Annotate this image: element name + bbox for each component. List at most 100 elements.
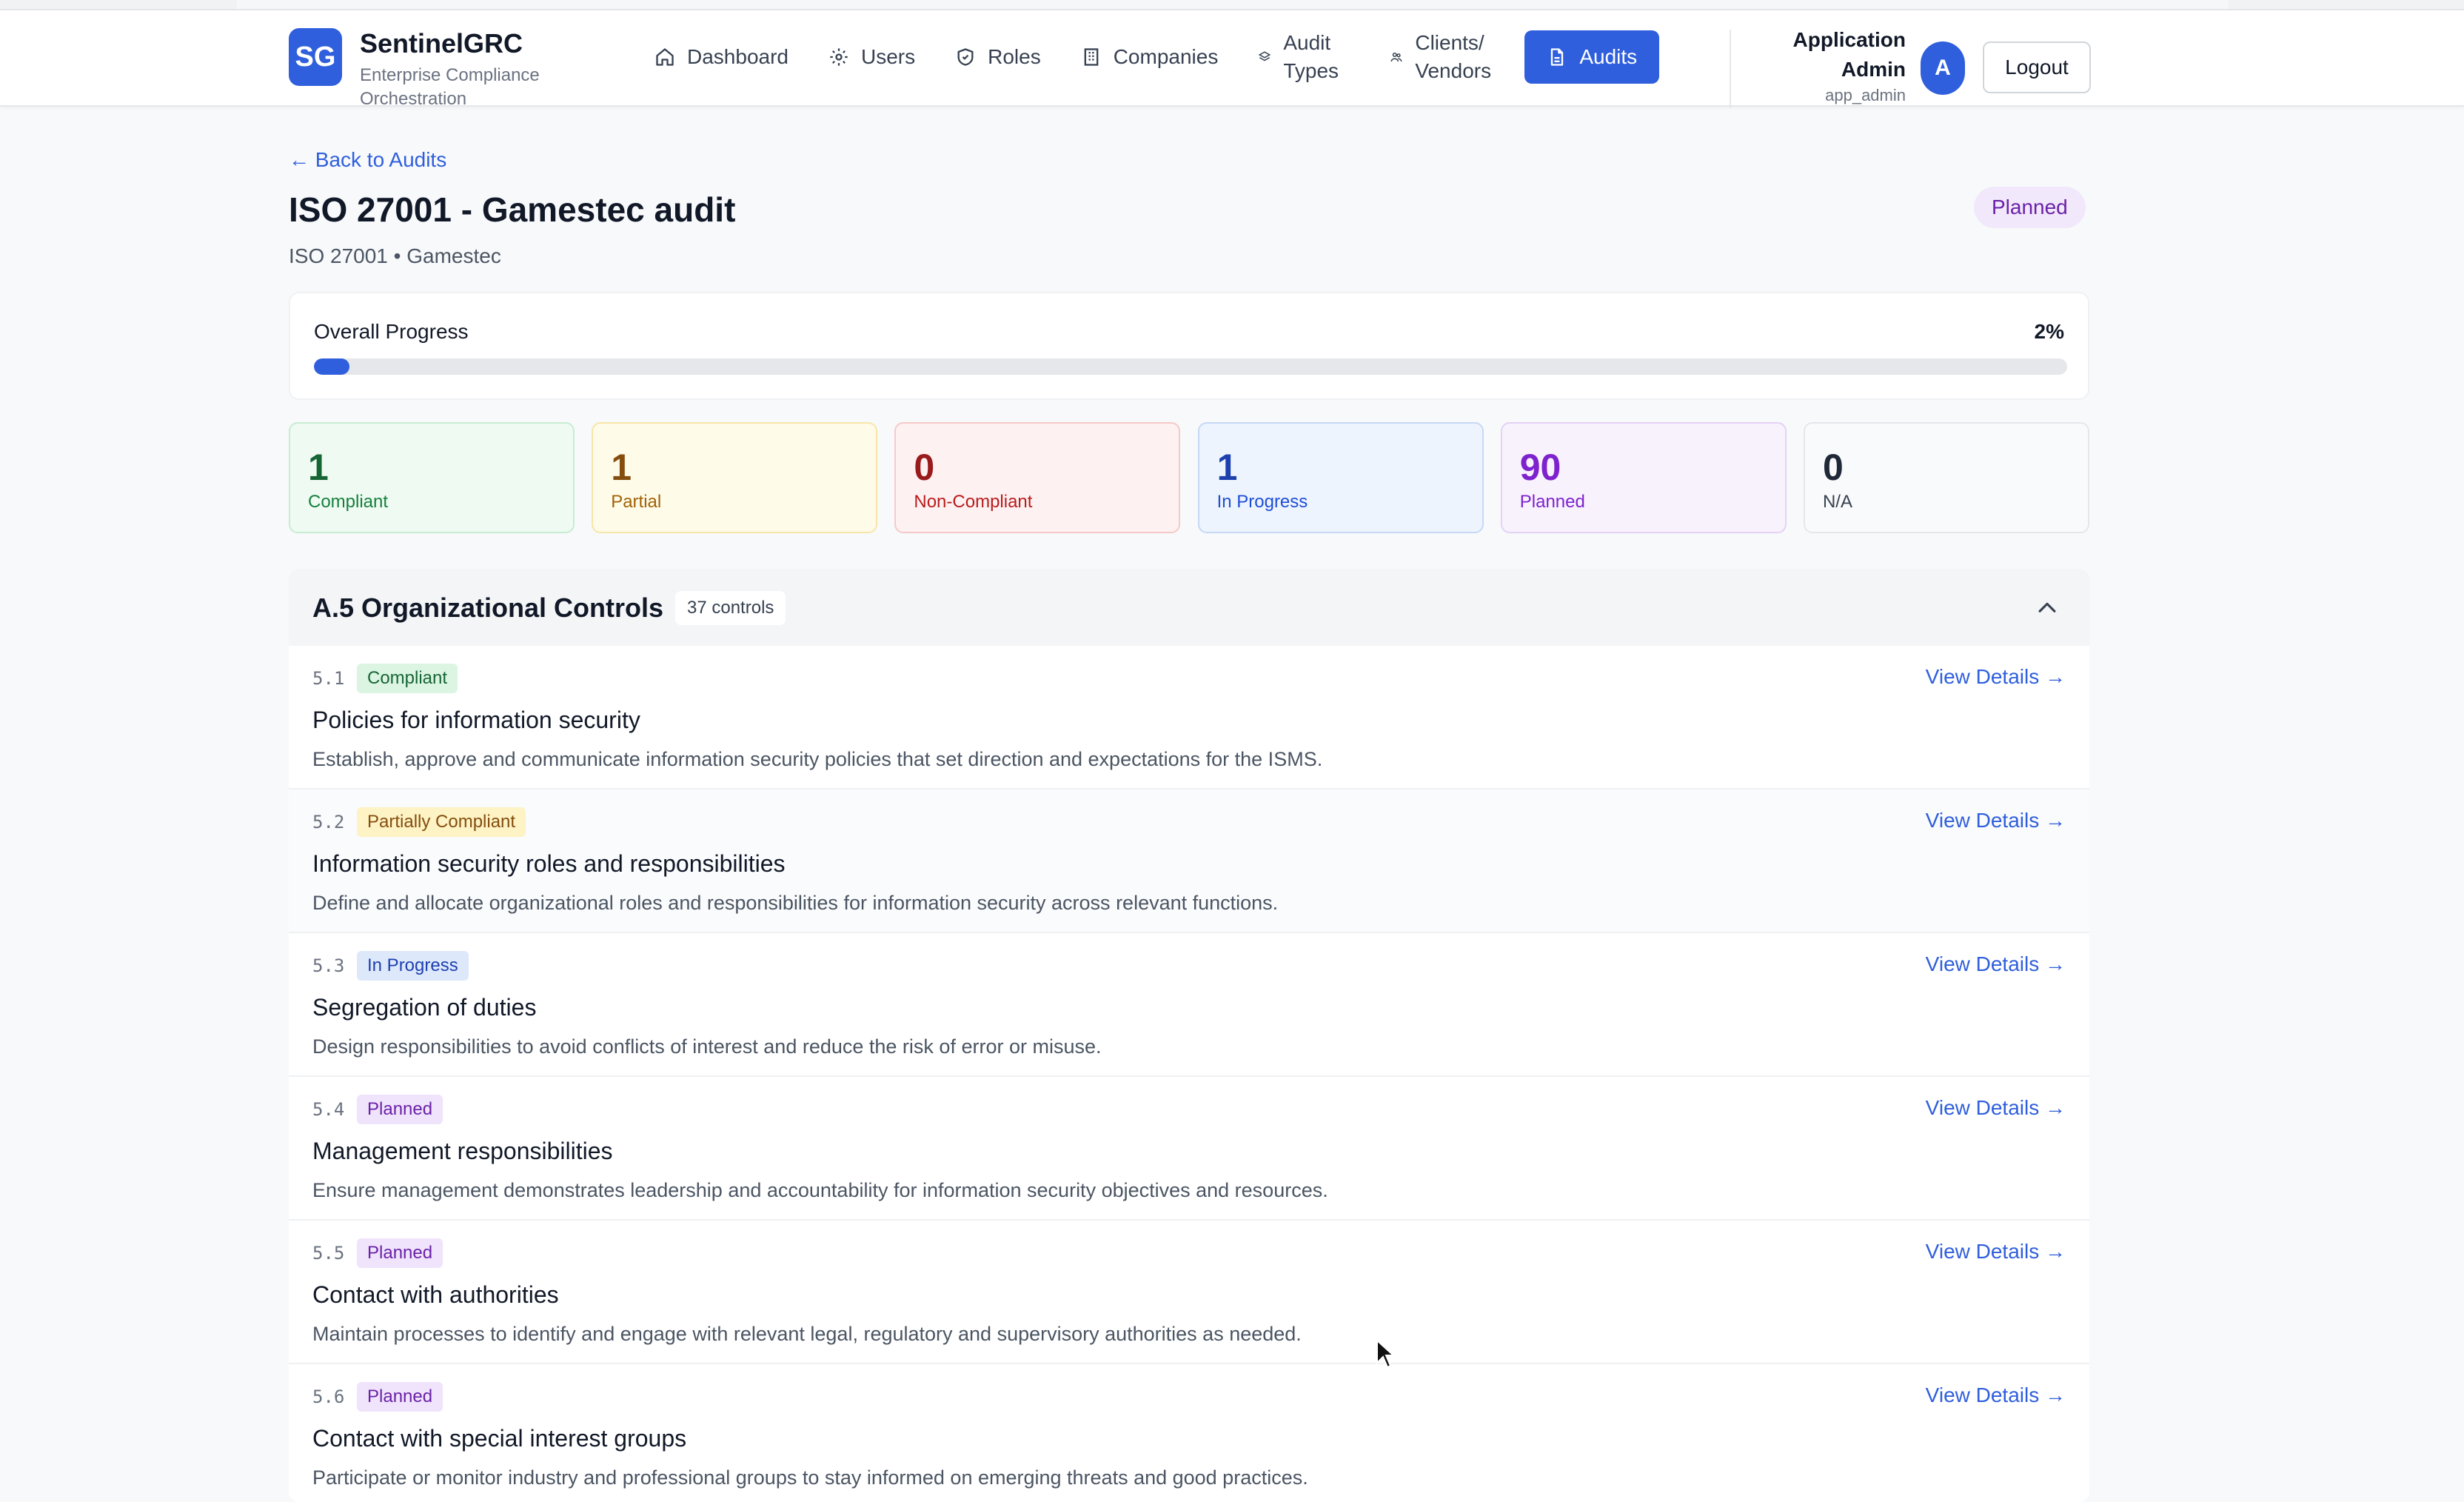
- progress-card: Overall Progress 2%: [289, 292, 2089, 400]
- nav-roles[interactable]: Roles: [939, 30, 1057, 84]
- nav-dashboard[interactable]: Dashboard: [638, 30, 805, 84]
- controls-count-badge: 37 controls: [675, 591, 786, 625]
- stat-value: 1: [308, 447, 329, 488]
- stats-row: 1 Compliant 1 Partial 0 Non-Compliant 1 …: [289, 422, 2089, 535]
- view-details-link[interactable]: View Details →: [1926, 1240, 2066, 1264]
- nav-label: Companies: [1113, 45, 1219, 68]
- nav-label: Audits: [1579, 45, 1638, 68]
- document-icon: [1551, 48, 1564, 66]
- view-details-link[interactable]: View Details →: [1926, 952, 2066, 976]
- stat-label: In Progress: [1216, 492, 1308, 512]
- people-icon: [1390, 53, 1402, 62]
- control-title: Information security roles and responsib…: [312, 850, 786, 877]
- nav-audits[interactable]: Audits: [1524, 30, 1660, 84]
- control-row: 5.5 Planned Contact with authorities Mai…: [289, 1221, 2089, 1364]
- stat-label: Planned: [1519, 492, 1585, 512]
- stat-value: 1: [1216, 447, 1238, 488]
- app-header: SG SentinelGRC Enterprise Compliance Orc…: [0, 10, 2464, 109]
- controls-list: 5.1 Compliant Policies for information s…: [289, 646, 2089, 1502]
- users-icon: [830, 48, 848, 66]
- status-badge: Planned: [1974, 187, 2086, 228]
- control-row: 5.1 Compliant Policies for information s…: [289, 646, 2089, 790]
- stat-label: Non-Compliant: [914, 492, 1033, 512]
- view-details-link[interactable]: View Details →: [1926, 1096, 2066, 1120]
- control-title: Contact with special interest groups: [312, 1425, 687, 1452]
- page-subtitle: ISO 27001 • Gamestec: [289, 244, 501, 267]
- building-icon: [1084, 48, 1099, 66]
- control-row: 5.3 In Progress Segregation of duties De…: [289, 933, 2089, 1077]
- nav-audit-types[interactable]: Audit Types: [1242, 30, 1366, 84]
- control-title: Policies for information security: [312, 707, 640, 733]
- control-title: Management responsibilities: [312, 1138, 613, 1164]
- nav-label: Users: [860, 45, 916, 68]
- nav-label: Audit Types: [1283, 31, 1339, 82]
- stat-label: Compliant: [308, 492, 389, 512]
- home-icon: [656, 48, 674, 66]
- control-title: Contact with authorities: [312, 1281, 559, 1308]
- layers-icon: [1259, 51, 1271, 61]
- control-number: 5.3: [312, 955, 345, 976]
- header-divider: [1730, 30, 1731, 108]
- control-description: Define and allocate organizational roles…: [312, 892, 1279, 914]
- user-handle: app_admin: [1825, 86, 1906, 104]
- chevron-up-icon[interactable]: [2035, 595, 2060, 621]
- control-status-badge: Planned: [357, 1238, 443, 1268]
- stat-value: 1: [611, 447, 632, 488]
- view-details-link[interactable]: View Details →: [1926, 1383, 2066, 1407]
- main-nav: Dashboard Users Roles Companies Audit Ty…: [638, 30, 1667, 84]
- progress-percent: 2%: [2034, 320, 2064, 343]
- browser-top-strip: [0, 0, 2464, 10]
- stat-non-compliant[interactable]: 0 Non-Compliant: [894, 422, 1181, 533]
- control-description: Establish, approve and communicate infor…: [312, 748, 1323, 770]
- control-description: Ensure management demonstrates leadershi…: [312, 1179, 1328, 1201]
- stat-partial[interactable]: 1 Partial: [592, 422, 878, 533]
- controls-section: A.5 Organizational Controls 37 controls …: [289, 569, 2089, 1502]
- control-row: 5.2 Partially Compliant Information secu…: [289, 790, 2089, 933]
- nav-users[interactable]: Users: [812, 30, 931, 84]
- page-title: ISO 27001 - Gamestec audit: [289, 190, 736, 229]
- logout-button[interactable]: Logout: [1983, 41, 2091, 93]
- user-name: Application Admin: [1792, 28, 1906, 81]
- control-number: 5.1: [312, 668, 345, 689]
- control-number: 5.5: [312, 1243, 345, 1264]
- control-status-badge: Partially Compliant: [357, 807, 526, 837]
- nav-label: Roles: [988, 45, 1041, 68]
- stat-na[interactable]: 0 N/A: [1803, 422, 2089, 533]
- control-status-badge: Planned: [357, 1382, 443, 1412]
- brand-subtitle: Enterprise Compliance Orchestration: [360, 65, 540, 109]
- nav-clients-vendors[interactable]: Clients/ Vendors: [1373, 30, 1517, 84]
- section-title: A.5 Organizational Controls: [312, 593, 664, 623]
- control-status-badge: In Progress: [357, 951, 469, 981]
- brand-name: SentinelGRC: [360, 28, 523, 59]
- nav-companies[interactable]: Companies: [1065, 30, 1235, 84]
- view-details-link[interactable]: View Details →: [1926, 809, 2066, 832]
- mouse-cursor-icon: [1376, 1339, 1395, 1369]
- control-description: Design responsibilities to avoid conflic…: [312, 1035, 1102, 1058]
- control-row: 5.6 Planned Contact with special interes…: [289, 1364, 2089, 1502]
- stat-compliant[interactable]: 1 Compliant: [289, 422, 575, 533]
- control-row: 5.4 Planned Management responsibilities …: [289, 1077, 2089, 1221]
- control-title: Segregation of duties: [312, 994, 537, 1021]
- brand-logo[interactable]: SG: [289, 28, 342, 86]
- progress-track: [314, 358, 2067, 375]
- stat-in-progress[interactable]: 1 In Progress: [1197, 422, 1484, 533]
- section-header[interactable]: A.5 Organizational Controls 37 controls: [289, 569, 2089, 646]
- control-status-badge: Planned: [357, 1095, 443, 1124]
- control-description: Participate or monitor industry and prof…: [312, 1466, 1308, 1489]
- avatar[interactable]: A: [1921, 41, 1965, 95]
- control-number: 5.6: [312, 1386, 345, 1407]
- control-status-badge: Compliant: [357, 664, 458, 693]
- nav-label: Dashboard: [687, 45, 789, 68]
- back-to-audits-link[interactable]: ← Back to Audits: [289, 148, 446, 172]
- progress-label: Overall Progress: [314, 320, 469, 343]
- control-number: 5.2: [312, 812, 345, 832]
- stat-planned[interactable]: 90 Planned: [1500, 422, 1787, 533]
- stat-label: N/A: [1822, 492, 1852, 512]
- stat-label: Partial: [611, 492, 662, 512]
- view-details-link[interactable]: View Details →: [1926, 665, 2066, 689]
- stat-value: 90: [1519, 447, 1561, 488]
- nav-label: Clients/ Vendors: [1415, 31, 1492, 82]
- stat-value: 0: [914, 447, 935, 488]
- control-description: Maintain processes to identify and engag…: [312, 1323, 1302, 1345]
- control-number: 5.4: [312, 1099, 345, 1120]
